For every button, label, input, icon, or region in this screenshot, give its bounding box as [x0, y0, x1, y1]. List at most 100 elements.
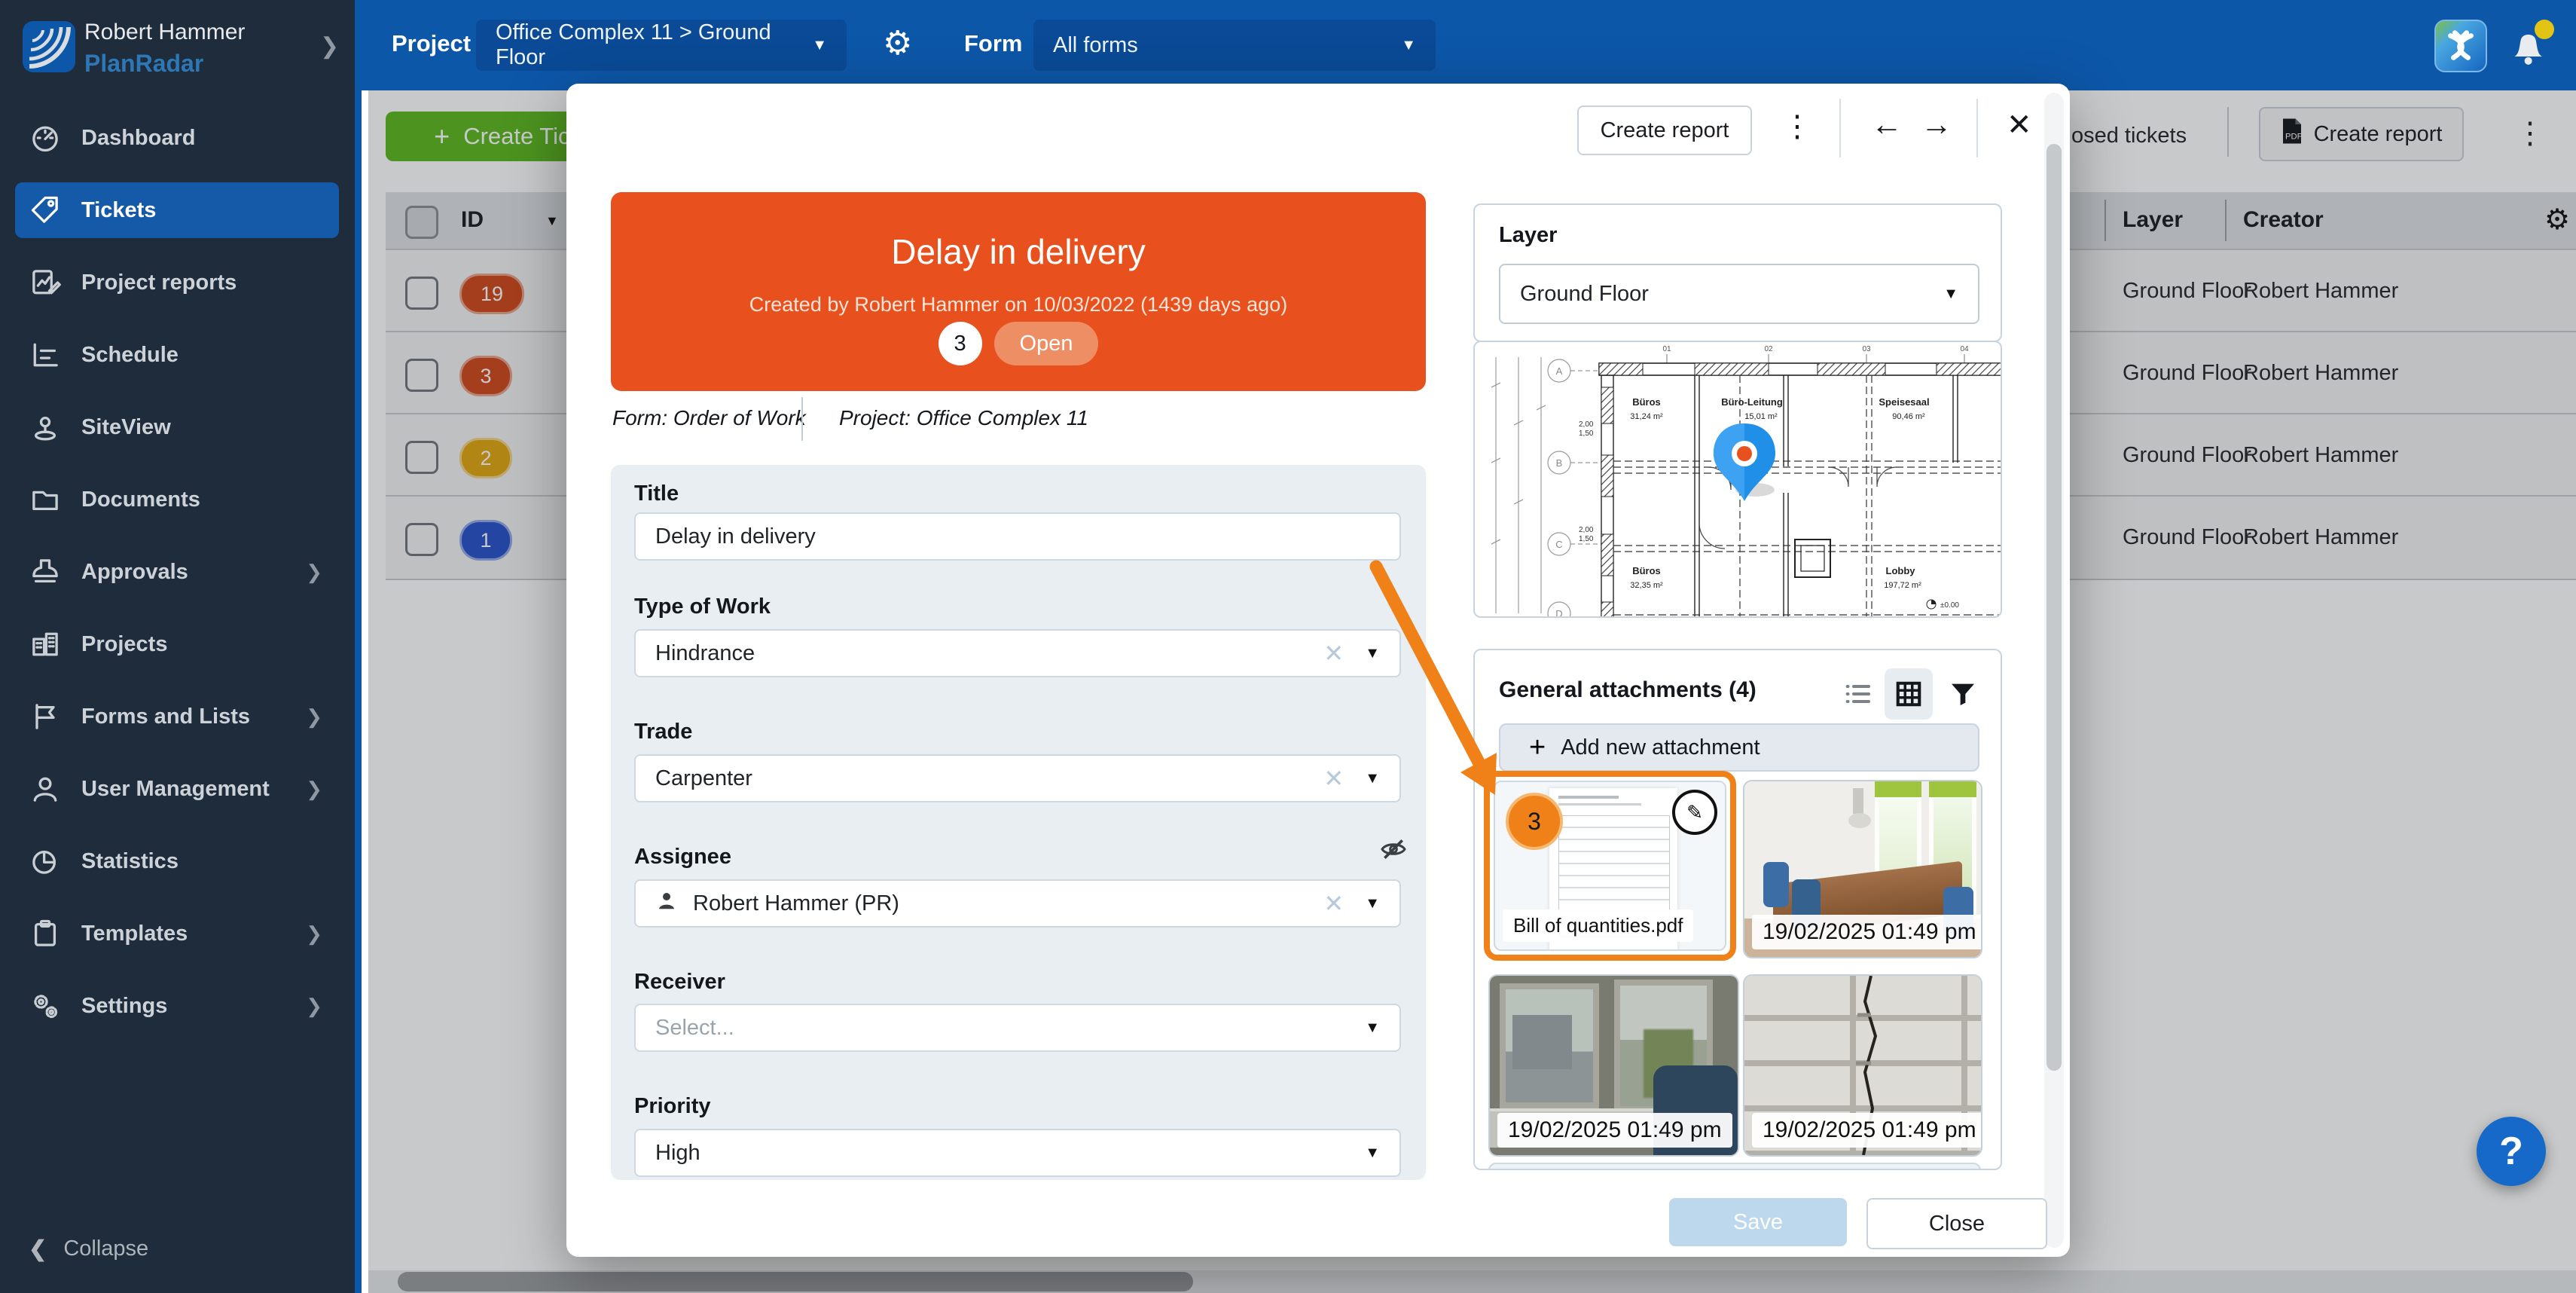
sidebar-item-schedule[interactable]: Schedule	[15, 327, 339, 383]
sidebar-item-forms-and-lists[interactable]: Forms and Lists ❯	[15, 689, 339, 744]
chevron-right-icon: ❯	[306, 705, 322, 729]
receiver-select[interactable]: Select... ▼	[634, 1004, 1401, 1052]
sidebar-item-project-reports[interactable]: Project reports	[15, 255, 339, 310]
type-of-work-select[interactable]: Hindrance ✕ ▼	[634, 629, 1401, 677]
project-selector[interactable]: Office Complex 11 > Ground Floor ▼	[476, 20, 847, 71]
sidebar: Robert Hammer PlanRadar ❯ Dashboard Tick…	[0, 0, 362, 1293]
grid-letter: B	[1556, 457, 1563, 469]
sidebar-item-user-management[interactable]: User Management ❯	[15, 761, 339, 817]
edit-pen-icon[interactable]: ✎	[1672, 790, 1717, 835]
sidebar-item-settings[interactable]: Settings ❯	[15, 978, 339, 1034]
sidebar-item-projects[interactable]: Projects	[15, 616, 339, 672]
ticket-subtitle: Created by Robert Hammer on 10/03/2022 (…	[611, 272, 1426, 316]
room-label: Lobby	[1886, 565, 1916, 576]
type-of-work-label: Type of Work	[634, 595, 771, 619]
trade-label: Trade	[634, 720, 692, 744]
receiver-label: Receiver	[634, 970, 725, 995]
modal-scrollbar[interactable]	[2044, 93, 2064, 1248]
sidebar-expand-icon[interactable]: ❯	[320, 33, 339, 60]
svg-text:02: 02	[1764, 345, 1773, 353]
person-icon	[29, 772, 62, 805]
sidebar-item-documents[interactable]: Documents	[15, 472, 339, 527]
sidebar-item-dashboard[interactable]: Dashboard	[15, 110, 339, 166]
assignee-select[interactable]: Robert Hammer (PR) ✕ ▼	[634, 879, 1401, 928]
clear-x-icon[interactable]: ✕	[1323, 889, 1344, 918]
assignee-person-icon	[655, 889, 678, 918]
sidebar-item-statistics[interactable]: Statistics	[15, 833, 339, 889]
planradar-app: Robert Hammer PlanRadar ❯ Dashboard Tick…	[0, 0, 2576, 1293]
sidebar-collapse[interactable]: ❮ Collapse	[29, 1236, 148, 1262]
modal-create-report-button[interactable]: Create report	[1577, 105, 1752, 155]
gears-icon	[29, 989, 62, 1022]
svg-text:01: 01	[1662, 345, 1671, 353]
room-area: 31,24 m²	[1630, 412, 1663, 421]
layer-select[interactable]: Ground Floor ▼	[1499, 264, 1979, 324]
svg-text:2,00: 2,00	[1579, 420, 1594, 429]
room-label: Büros	[1632, 565, 1661, 576]
chevron-left-icon: ❮	[29, 1236, 47, 1262]
connect-app-icon[interactable]	[2434, 20, 2487, 72]
kebab-menu-icon[interactable]: ⋮	[1782, 109, 1812, 144]
grid-view-icon[interactable]	[1885, 668, 1933, 720]
attachment-tile-photo[interactable]: 19/02/2025 01:49 pm	[1743, 780, 1982, 958]
clear-x-icon[interactable]: ✕	[1323, 764, 1344, 793]
ticket-pin	[1714, 423, 1775, 501]
floor-plan[interactable]: A B C D 0102 0304	[1473, 341, 2002, 618]
caret-down-icon: ▼	[1365, 645, 1380, 662]
filter-funnel-icon[interactable]	[1942, 673, 1984, 715]
svg-text:04: 04	[1960, 345, 1969, 353]
close-button[interactable]: Close	[1866, 1198, 2047, 1249]
notification-dot	[2535, 20, 2554, 39]
eye-off-icon[interactable]	[1378, 834, 1409, 868]
person-pin-icon	[29, 411, 62, 444]
sidebar-item-templates[interactable]: Templates ❯	[15, 906, 339, 961]
title-input[interactable]: Delay in delivery	[634, 512, 1401, 561]
topbar: Project Office Complex 11 > Ground Floor…	[362, 0, 2576, 90]
list-view-icon[interactable]	[1836, 673, 1879, 715]
ticket-header-card: Delay in delivery Created by Robert Hamm…	[611, 192, 1426, 391]
status-badge: Open	[994, 322, 1099, 365]
attachment-label: 19/02/2025 01:49 pm	[1752, 915, 1982, 949]
clear-x-icon[interactable]: ✕	[1323, 639, 1344, 668]
attachment-tile-selected[interactable]: ✎ 3 Bill of quantities.pdf	[1484, 771, 1736, 961]
svg-text:03: 03	[1862, 345, 1871, 353]
form-selector[interactable]: All forms ▼	[1033, 20, 1436, 71]
caret-down-icon: ▼	[1365, 895, 1380, 912]
caret-down-icon: ▼	[812, 37, 827, 54]
room-label: Büro-Leitung	[1721, 396, 1783, 408]
caret-down-icon: ▼	[1365, 770, 1380, 787]
svg-text:1,50: 1,50	[1579, 535, 1594, 543]
divider	[801, 397, 803, 441]
sidebar-item-tickets[interactable]: Tickets	[15, 182, 339, 238]
caret-down-icon: ▼	[1401, 37, 1416, 54]
stamp-icon	[29, 555, 62, 588]
meta-form: Form: Order of Work	[612, 406, 806, 430]
sidebar-item-siteview[interactable]: SiteView	[15, 399, 339, 455]
attachment-tile-photo[interactable]: 19/02/2025 01:49 pm	[1488, 974, 1739, 1157]
chevron-right-icon: ❯	[306, 995, 322, 1018]
svg-text:2,00: 2,00	[1579, 526, 1594, 534]
attachments-title: General attachments (4)	[1499, 677, 1757, 703]
save-button[interactable]: Save	[1669, 1198, 1847, 1246]
brand-name: PlanRadar	[84, 50, 203, 78]
priority-label: Priority	[634, 1094, 711, 1119]
report-icon	[29, 266, 62, 299]
flag-icon	[29, 700, 62, 733]
grid-letter: A	[1556, 365, 1563, 377]
help-button[interactable]: ?	[2477, 1117, 2546, 1186]
next-ticket-arrow-icon[interactable]: →	[1921, 106, 1952, 142]
project-settings-gear-icon[interactable]: ⚙	[883, 24, 912, 63]
notifications-bell-icon[interactable]	[2504, 23, 2550, 72]
room-label: Speisesaal	[1879, 396, 1929, 408]
priority-select[interactable]: High ▼	[634, 1129, 1401, 1177]
sidebar-item-approvals[interactable]: Approvals ❯	[15, 544, 339, 600]
close-modal-x-icon[interactable]: ✕	[2007, 108, 2032, 142]
scrollbar-thumb[interactable]	[2046, 144, 2062, 1071]
attachment-count-badge: 3	[939, 322, 982, 365]
trade-select[interactable]: Carpenter ✕ ▼	[634, 754, 1401, 802]
folder-icon	[29, 483, 62, 516]
attachment-tile-photo[interactable]: 19/02/2025 01:49 pm	[1743, 974, 1982, 1157]
add-attachment-button[interactable]: + Add new attachment	[1499, 723, 1979, 772]
prev-ticket-arrow-icon[interactable]: ←	[1871, 106, 1903, 142]
layer-card: Layer Ground Floor ▼	[1473, 203, 2002, 342]
